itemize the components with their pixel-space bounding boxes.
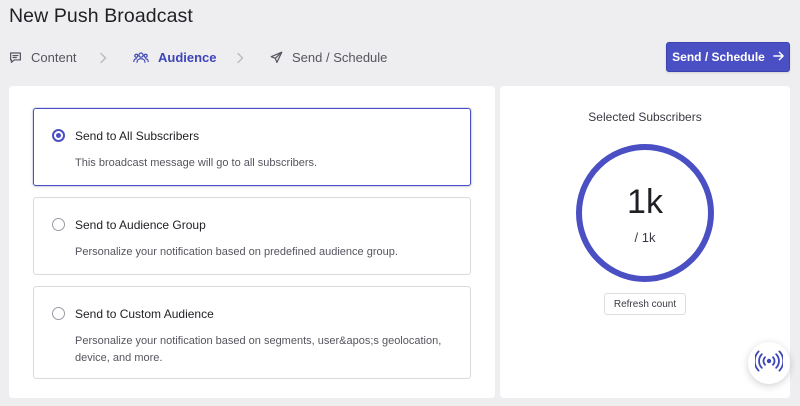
broadcast-icon <box>753 350 785 377</box>
paper-plane-icon <box>270 51 283 64</box>
arrow-right-icon <box>773 50 784 64</box>
chevron-right-icon <box>99 51 107 69</box>
chevron-right-icon <box>236 51 244 69</box>
send-schedule-button[interactable]: Send / Schedule <box>666 42 790 72</box>
step-audience[interactable]: Audience <box>133 42 217 72</box>
option-audience-group[interactable]: Send to Audience Group Personalize your … <box>33 197 471 275</box>
send-schedule-button-label: Send / Schedule <box>672 50 765 64</box>
audience-options-panel: Send to All Subscribers This broadcast m… <box>9 86 495 398</box>
page-title: New Push Broadcast <box>9 5 193 27</box>
selected-subscribers-panel: Selected Subscribers 1k / 1k Refresh cou… <box>500 86 790 398</box>
step-audience-label: Audience <box>158 49 217 65</box>
option-title: Send to Custom Audience <box>75 307 214 321</box>
option-description: Personalize your notification based on p… <box>75 246 398 258</box>
radio-all-subscribers[interactable] <box>52 129 65 142</box>
step-send-schedule-label: Send / Schedule <box>292 49 388 65</box>
option-description: Personalize your notification based on s… <box>75 335 442 364</box>
radio-custom-audience[interactable] <box>52 307 65 320</box>
message-square-icon <box>9 51 22 64</box>
page: New Push Broadcast Content Audience Send… <box>0 0 800 406</box>
step-content[interactable]: Content <box>9 42 77 72</box>
selected-subscribers-title: Selected Subscribers <box>588 110 702 124</box>
subscriber-total: / 1k <box>634 230 656 245</box>
option-custom-audience[interactable]: Send to Custom Audience Personalize your… <box>33 286 471 379</box>
subscriber-count-ring: 1k / 1k <box>576 144 714 282</box>
option-title: Send to Audience Group <box>75 218 206 232</box>
option-all-subscribers[interactable]: Send to All Subscribers This broadcast m… <box>33 108 471 186</box>
step-navigation: Content Audience Send / Schedule <box>0 42 660 72</box>
radio-audience-group[interactable] <box>52 218 65 231</box>
subscriber-count: 1k <box>627 183 663 221</box>
broadcast-fab[interactable] <box>748 342 790 384</box>
refresh-count-button[interactable]: Refresh count <box>604 293 686 315</box>
option-title: Send to All Subscribers <box>75 129 200 143</box>
step-content-label: Content <box>31 49 77 65</box>
step-send-schedule[interactable]: Send / Schedule <box>270 42 387 72</box>
option-description: This broadcast message will go to all su… <box>75 157 318 169</box>
users-icon <box>133 51 149 64</box>
